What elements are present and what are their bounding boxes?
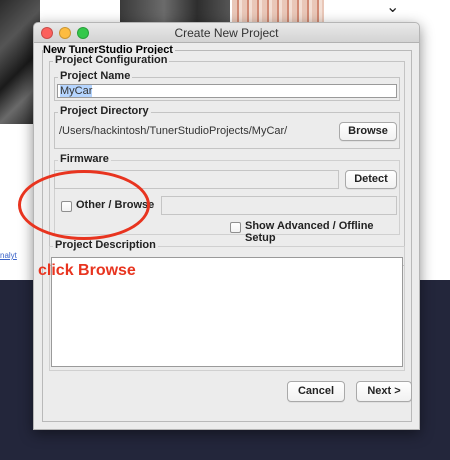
create-project-dialog: Create New Project New TunerStudio Proje… [33,22,420,430]
next-button[interactable]: Next > [356,381,412,402]
firmware-file-field [161,196,397,215]
project-configuration-legend: Project Configuration [53,54,170,66]
window-title: Create New Project [174,26,279,40]
background-photo [120,0,230,22]
firmware-field [54,170,339,189]
tutorial-annotation: click Browse [38,262,136,279]
project-configuration-group: Project Configuration Project Name MyCar… [49,54,405,371]
title-bar: Create New Project [34,23,419,43]
project-name-label: Project Name [58,70,133,82]
background-link[interactable]: nalyt [0,251,17,260]
background-photo [232,0,324,22]
new-project-panel: New TunerStudio Project Project Configur… [42,44,412,422]
detect-button[interactable]: Detect [345,170,397,189]
directory-browse-button[interactable]: Browse [339,122,397,141]
project-description-label: Project Description [53,239,158,251]
project-directory-group: Project Directory /Users/hackintosh/Tune… [54,105,400,149]
cancel-button[interactable]: Cancel [287,381,345,402]
firmware-label: Firmware [58,153,111,165]
project-directory-label: Project Directory [58,105,151,117]
show-advanced-label[interactable]: Show Advanced / Offline Setup [245,220,399,244]
other-browse-label[interactable]: Other / Browse [76,199,154,211]
firmware-group: Firmware Detect Other / Browse Show Adva… [54,153,400,244]
project-name-value: MyCar [60,85,93,97]
background-arrow-icon: ⌄ [386,0,400,16]
project-name-group: Project Name MyCar [54,70,400,101]
project-directory-input[interactable]: /Users/hackintosh/TunerStudioProjects/My… [57,124,337,140]
show-advanced-checkbox[interactable] [230,222,241,233]
project-name-input[interactable]: MyCar [57,84,397,98]
other-browse-checkbox[interactable] [61,201,72,212]
